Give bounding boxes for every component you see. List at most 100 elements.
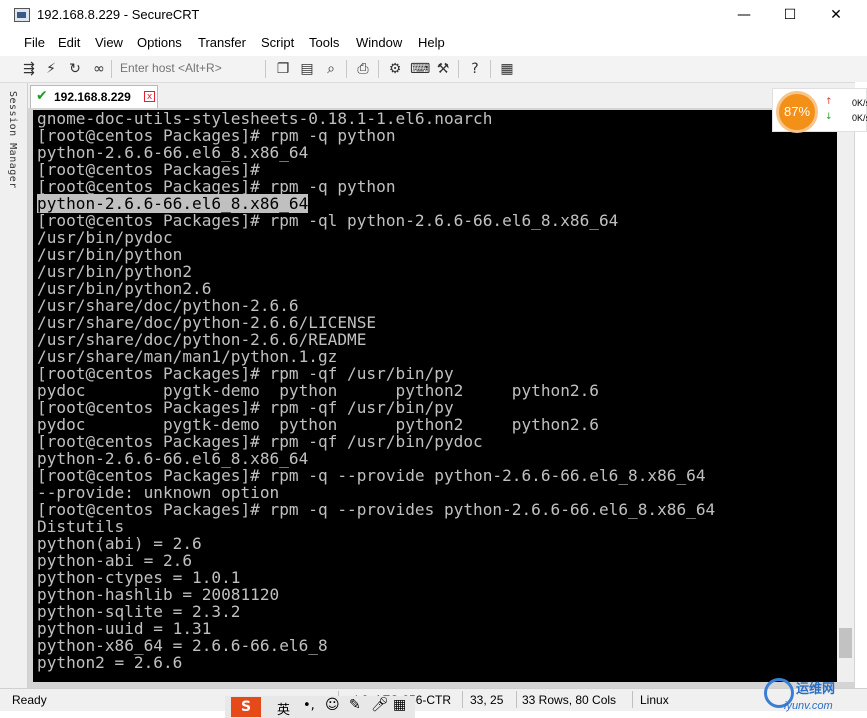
menu-tools[interactable]: Tools: [309, 35, 339, 50]
terminal-line: python-2.6.6-66.el6_8.x86_64: [37, 450, 715, 467]
menu-transfer[interactable]: Transfer: [198, 35, 246, 50]
terminal-line-text: python2 = 2.6.6: [37, 653, 183, 672]
keymap-icon[interactable]: ⌨: [410, 60, 430, 78]
terminal-line: [root@centos Packages]# rpm -qf /usr/bin…: [37, 365, 715, 382]
window-edge: [855, 82, 867, 688]
terminal-line: /usr/bin/python: [37, 246, 715, 263]
emoji-icon[interactable]: ☺: [325, 697, 340, 713]
watermark-name: 运维网: [796, 682, 836, 697]
sftp-icon[interactable]: ⚒: [434, 60, 452, 78]
status-separator: [462, 691, 463, 708]
download-rate: 0K/s: [852, 113, 867, 123]
menu-file[interactable]: File: [24, 35, 45, 50]
terminal-line: /usr/share/doc/python-2.6.6: [37, 297, 715, 314]
terminal-line: python2 = 2.6.6: [37, 654, 715, 671]
ime-mode-label[interactable]: 英: [277, 699, 290, 718]
connected-check-icon: ✔: [36, 88, 48, 104]
tab-label: 192.168.8.229: [54, 90, 131, 104]
download-arrow-icon: ↓: [825, 112, 833, 122]
sogou-ime-icon[interactable]: S: [231, 697, 261, 717]
toolbar-separator: [490, 60, 491, 78]
punctuation-icon[interactable]: •,: [303, 698, 315, 713]
microphone-icon[interactable]: 🎤︎: [371, 697, 389, 713]
terminal-line: /usr/share/doc/python-2.6.6/LICENSE: [37, 314, 715, 331]
terminal-line: --provide: unknown option: [37, 484, 715, 501]
pen-icon[interactable]: ✎: [349, 697, 361, 713]
terminal-screen[interactable]: gnome-doc-utils-stylesheets-0.18.1-1.el6…: [33, 110, 837, 682]
terminal-line: pydoc pygtk-demo python python2 python2.…: [37, 416, 715, 433]
toolbar-separator: [458, 60, 459, 78]
terminal-line: python-sqlite = 2.3.2: [37, 603, 715, 620]
terminal-line: [root@centos Packages]# rpm -ql python-2…: [37, 212, 715, 229]
status-os: Linux: [640, 693, 669, 707]
tab-close-icon[interactable]: x: [144, 91, 155, 102]
menu-help[interactable]: Help: [418, 35, 445, 50]
ime-toolbar: S 英 •, ☺ ✎ 🎤︎ ▦: [225, 696, 415, 718]
toolbar-separator: [346, 60, 347, 78]
toolbox-icon[interactable]: ▦: [393, 697, 406, 713]
upload-rate: 0K/s: [852, 98, 867, 108]
maximize-button[interactable]: ☐: [767, 0, 813, 31]
memory-usage-badge[interactable]: 87%: [776, 91, 818, 133]
terminal-line: python-uuid = 1.31: [37, 620, 715, 637]
reconnect-icon[interactable]: ↻: [66, 60, 84, 78]
close-button[interactable]: ✕: [813, 0, 859, 31]
terminal-line: /usr/share/doc/python-2.6.6/README: [37, 331, 715, 348]
terminal-line: python-2.6.6-66.el6_8.x86_64: [37, 144, 715, 161]
sessions-icon[interactable]: ▦: [498, 60, 516, 78]
menu-options[interactable]: Options: [137, 35, 182, 50]
copy-icon[interactable]: ❐: [274, 60, 292, 78]
connect-icon[interactable]: ⇶: [20, 60, 38, 78]
terminal-line: Distutils: [37, 518, 715, 535]
terminal-line: /usr/share/man/man1/python.1.gz: [37, 348, 715, 365]
terminal-line: [root@centos Packages]#: [37, 161, 715, 178]
paste-icon[interactable]: ▤: [298, 60, 316, 78]
session-manager-label[interactable]: Session Manager: [7, 91, 18, 189]
watermark-url: iyunv.com: [784, 700, 833, 712]
settings-icon[interactable]: ⚙: [386, 60, 404, 78]
terminal-line: gnome-doc-utils-stylesheets-0.18.1-1.el6…: [37, 110, 715, 127]
terminal-line: python-abi = 2.6: [37, 552, 715, 569]
terminal-line: /usr/bin/python2: [37, 263, 715, 280]
title-bar: 192.168.8.229 - SecureCRT — ☐ ✕: [0, 0, 867, 31]
disconnect-icon[interactable]: ∞: [90, 60, 108, 78]
status-separator: [516, 691, 517, 708]
terminal-line: [root@centos Packages]# rpm -q --provide…: [37, 501, 715, 518]
status-size: 33 Rows, 80 Cols: [522, 693, 617, 707]
session-tab[interactable]: ✔ 192.168.8.229 x: [30, 85, 158, 108]
toolbar-separator: [111, 60, 112, 78]
toolbar-separator: [378, 60, 379, 78]
terminal-line: [root@centos Packages]# rpm -q python: [37, 178, 715, 195]
terminal-line: [root@centos Packages]# rpm -qf /usr/bin…: [37, 433, 715, 450]
lightning-icon[interactable]: ⚡: [42, 60, 60, 78]
menu-window[interactable]: Window: [356, 35, 402, 50]
terminal-line: [root@centos Packages]# rpm -qf /usr/bin…: [37, 399, 715, 416]
terminal-line: python-ctypes = 1.0.1: [37, 569, 715, 586]
status-bar: Ready ssh2: AES-256-CTR 33, 25 33 Rows, …: [0, 688, 867, 711]
terminal-line: /usr/bin/pydoc: [37, 229, 715, 246]
host-input[interactable]: [120, 61, 260, 75]
terminal-line-text: [root@centos Packages]# rpm -q --provide…: [37, 500, 716, 519]
terminal-line: python-x86_64 = 2.6.6-66.el6_8: [37, 637, 715, 654]
menu-view[interactable]: View: [95, 35, 123, 50]
terminal-scrollbar[interactable]: [837, 110, 854, 682]
terminal-output: gnome-doc-utils-stylesheets-0.18.1-1.el6…: [37, 110, 715, 671]
minimize-button[interactable]: —: [721, 0, 767, 31]
upload-arrow-icon: ↑: [825, 97, 833, 107]
print-icon[interactable]: ⎙: [354, 60, 372, 78]
menu-edit[interactable]: Edit: [58, 35, 80, 50]
terminal-line: [root@centos Packages]# rpm -q --provide…: [37, 467, 715, 484]
session-manager-panel[interactable]: Session Manager: [0, 83, 28, 688]
menu-script[interactable]: Script: [261, 35, 294, 50]
scrollbar-thumb[interactable]: [839, 628, 852, 658]
terminal-line: python-2.6.6-66.el6_8.x86_64: [37, 194, 715, 213]
status-cursor: 33, 25: [470, 693, 504, 707]
securecrt-app-icon: [14, 8, 30, 22]
status-separator: [632, 691, 633, 708]
network-speed-widget[interactable]: 87% ↑ ↓ 0K/s 0K/s: [772, 88, 867, 133]
find-icon[interactable]: ⌕: [322, 60, 340, 78]
help-icon[interactable]: ?: [466, 60, 484, 78]
terminal-line: /usr/bin/python2.6: [37, 280, 715, 297]
terminal-line: python(abi) = 2.6: [37, 535, 715, 552]
window-title: 192.168.8.229 - SecureCRT: [37, 7, 200, 22]
